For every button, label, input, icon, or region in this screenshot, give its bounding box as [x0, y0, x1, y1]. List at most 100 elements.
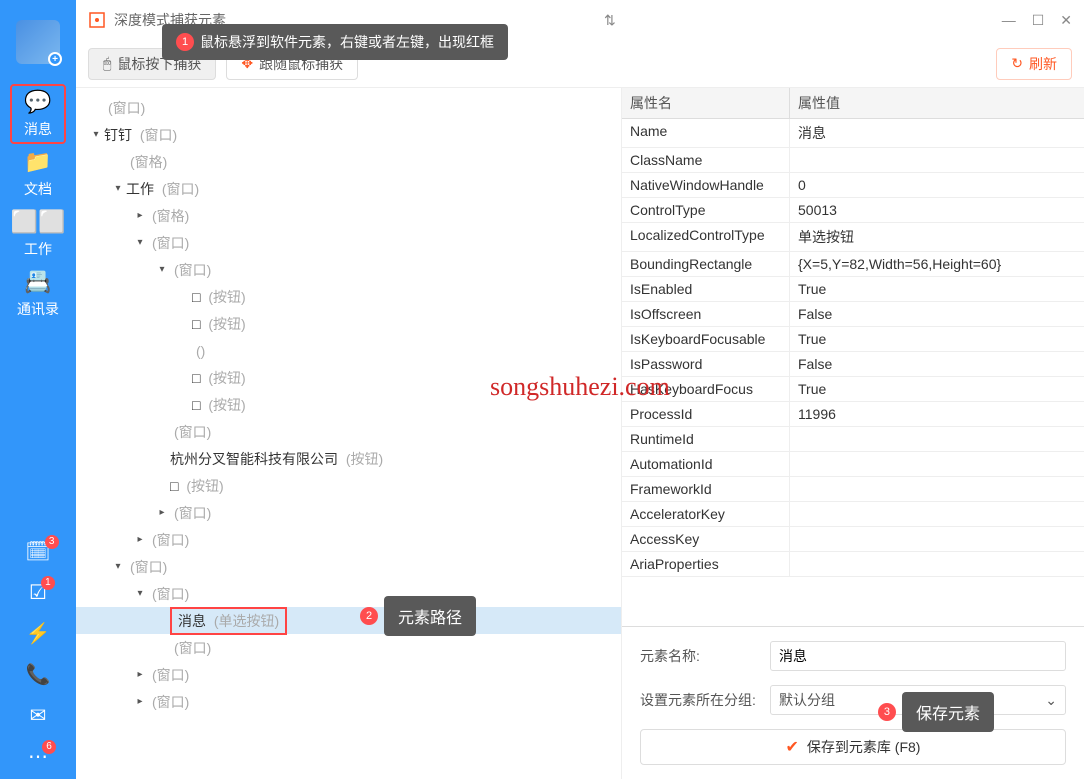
property-value: False	[790, 352, 1084, 376]
tree-node[interactable]: 消息 (单选按钮)	[76, 607, 621, 634]
element-name-input[interactable]	[770, 641, 1066, 671]
tree-node[interactable]: □ (按钮)	[76, 391, 621, 418]
calendar-icon[interactable]: 🗓3	[25, 539, 50, 564]
properties-table: 属性名 属性值 Name消息ClassNameNativeWindowHandl…	[622, 88, 1084, 626]
annotation-number-3: 3	[878, 703, 896, 721]
tree-hint: ()	[196, 343, 205, 359]
tree-node[interactable]: ▾(窗口)	[76, 229, 621, 256]
property-name: AutomationId	[622, 452, 790, 476]
tree-node[interactable]: ▾工作 (窗口)	[76, 175, 621, 202]
tree-node[interactable]: 杭州分叉智能科技有限公司 (按钮)	[76, 445, 621, 472]
property-row: NativeWindowHandle0	[622, 173, 1084, 198]
property-value: 消息	[790, 119, 1084, 147]
tree-hint: (窗口)	[152, 694, 189, 710]
tree-node[interactable]: (窗口)	[76, 94, 621, 121]
tree-node[interactable]: ▾(窗口)	[76, 256, 621, 283]
minimize-button[interactable]: —	[1002, 12, 1016, 29]
mail-icon[interactable]: ✉	[30, 703, 47, 728]
property-value	[790, 148, 1084, 172]
tree-node[interactable]: □ (按钮)	[76, 283, 621, 310]
tree-hint: (窗口)	[130, 559, 167, 575]
group-label: 设置元素所在分组:	[640, 690, 760, 710]
save-to-library-button[interactable]: ✔ 保存到元素库 (F8)	[640, 729, 1066, 765]
phone-icon[interactable]: 📞	[26, 662, 51, 687]
button-label: 刷新	[1029, 54, 1057, 74]
nav-label: 消息	[24, 119, 52, 139]
property-name: Name	[622, 119, 790, 147]
property-name: ProcessId	[622, 402, 790, 426]
property-name: HasKeyboardFocus	[622, 377, 790, 401]
tree-node[interactable]: ▾ (窗口)	[76, 580, 621, 607]
property-row: FrameworkId	[622, 477, 1084, 502]
tree-node[interactable]: (窗口)	[76, 634, 621, 661]
check-circle-icon: ✔	[786, 737, 799, 757]
nav-work[interactable]: ⬜⬜ 工作	[10, 204, 66, 264]
tree-hint: (按钮)	[208, 316, 245, 332]
property-name: IsPassword	[622, 352, 790, 376]
close-button[interactable]: ✕	[1060, 12, 1072, 29]
tree-hint: (窗口)	[152, 532, 189, 548]
property-name: IsEnabled	[622, 277, 790, 301]
nav-label: 通讯录	[17, 299, 59, 319]
tree-label: 工作	[126, 181, 158, 197]
property-name: LocalizedControlType	[622, 223, 790, 251]
refresh-button[interactable]: ↻ 刷新	[996, 48, 1072, 80]
element-tree[interactable]: (窗口)▾钉钉 (窗口)(窗格)▾工作 (窗口)▸(窗格)▾(窗口)▾(窗口)□…	[76, 88, 622, 779]
tree-node[interactable]: □ (按钮)	[76, 364, 621, 391]
tree-hint: (窗口)	[152, 586, 189, 602]
tree-node[interactable]: □ (按钮)	[76, 472, 621, 499]
tree-node[interactable]: ▸(窗口)	[76, 661, 621, 688]
lightning-icon[interactable]: ⚡	[26, 621, 51, 646]
tree-arrow-icon: ▾	[132, 588, 148, 599]
tree-node[interactable]: ▸(窗口)	[76, 526, 621, 553]
maximize-button[interactable]: ☐	[1032, 12, 1045, 29]
refresh-icon: ↻	[1011, 55, 1023, 72]
property-row: RuntimeId	[622, 427, 1084, 452]
tree-node[interactable]: ▸(窗口)	[76, 688, 621, 715]
tree-arrow-icon: ▾	[132, 237, 148, 248]
tree-node[interactable]: ▸(窗口)	[76, 499, 621, 526]
tree-node[interactable]: ▾钉钉 (窗口)	[76, 121, 621, 148]
tree-label: □	[170, 478, 182, 494]
tree-node[interactable]: ▾(窗口)	[76, 553, 621, 580]
sort-icon[interactable]: ⇅	[604, 12, 616, 29]
annotation-number-1: 1	[176, 33, 194, 51]
property-name: AriaProperties	[622, 552, 790, 576]
app-sidebar: + 💬 消息 📁 文档 ⬜⬜ 工作 📇 通讯录 🗓3 ☑1 ⚡ 📞 ✉ ⋯6	[0, 0, 76, 779]
nav-docs[interactable]: 📁 文档	[10, 144, 66, 204]
property-row: Name消息	[622, 119, 1084, 148]
property-row: ControlType50013	[622, 198, 1084, 223]
checkbox-icon[interactable]: ☑1	[29, 580, 47, 605]
property-value	[790, 552, 1084, 576]
tree-node[interactable]: ▸(窗格)	[76, 202, 621, 229]
nav-contacts[interactable]: 📇 通讯录	[10, 264, 66, 324]
tree-label: 消息	[178, 613, 210, 629]
tree-arrow-icon: ▸	[132, 669, 148, 680]
property-value	[790, 477, 1084, 501]
header-name: 属性名	[622, 88, 790, 118]
annotation-text: 保存元素	[902, 692, 994, 732]
annotation-tooltip-3: 3 保存元素	[878, 692, 994, 732]
tree-node[interactable]: (窗格)	[76, 148, 621, 175]
chevron-down-icon: ⌄	[1045, 692, 1057, 709]
avatar[interactable]: +	[16, 20, 60, 64]
property-row: LocalizedControlType单选按钮	[622, 223, 1084, 252]
property-name: ClassName	[622, 148, 790, 172]
property-value: True	[790, 327, 1084, 351]
property-value: 0	[790, 173, 1084, 197]
property-name: IsOffscreen	[622, 302, 790, 326]
tree-label: □	[192, 397, 204, 413]
more-icon[interactable]: ⋯6	[28, 744, 48, 769]
nav-messages[interactable]: 💬 消息	[10, 84, 66, 144]
tree-arrow-icon: ▾	[110, 183, 126, 194]
tree-node[interactable]: ()	[76, 337, 621, 364]
property-row: ProcessId11996	[622, 402, 1084, 427]
tree-hint: (窗口)	[140, 127, 177, 143]
tree-hint: (窗格)	[130, 154, 167, 170]
tree-node[interactable]: (窗口)	[76, 418, 621, 445]
tree-hint: (按钮)	[208, 289, 245, 305]
annotation-text: 元素路径	[384, 596, 476, 636]
tree-node[interactable]: □ (按钮)	[76, 310, 621, 337]
tree-arrow-icon: ▸	[132, 210, 148, 221]
calendar-badge: 3	[45, 535, 59, 549]
